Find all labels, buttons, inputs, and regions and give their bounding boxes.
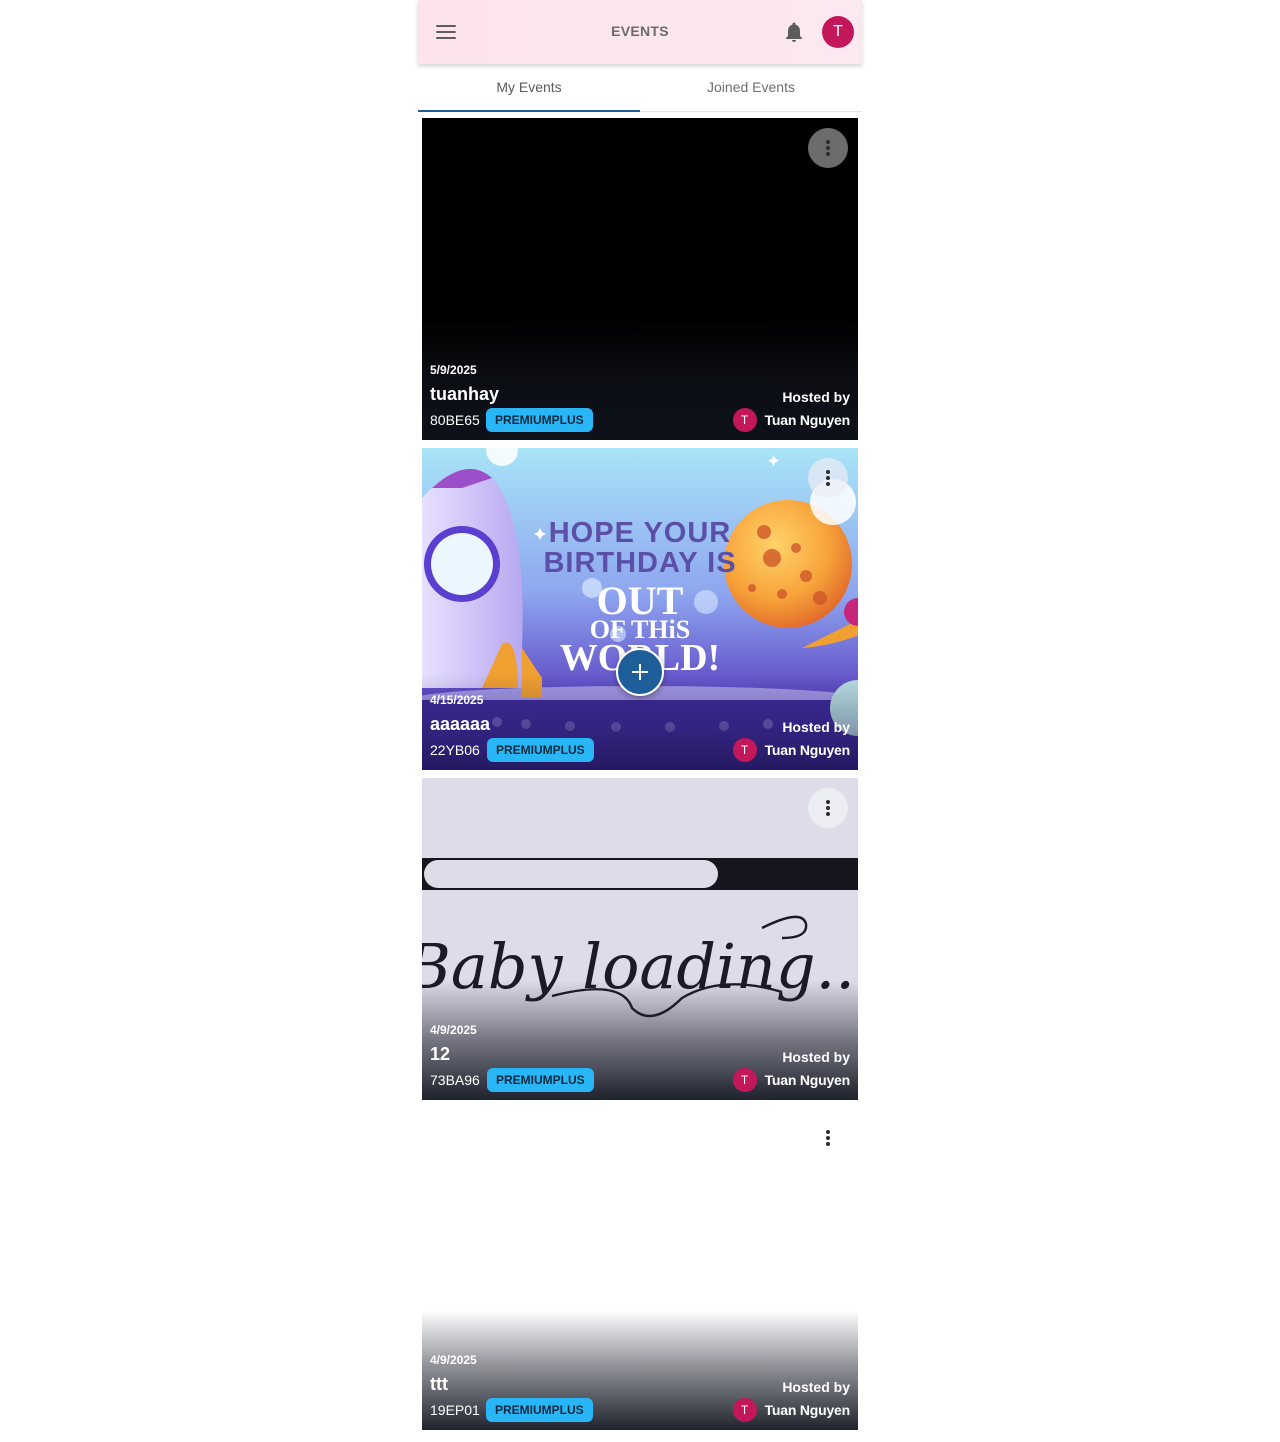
event-date: 4/9/2025	[430, 1023, 477, 1037]
event-date: 5/9/2025	[430, 363, 477, 377]
more-options-icon[interactable]	[808, 1118, 848, 1158]
host-avatar: T	[732, 1398, 757, 1422]
user-avatar[interactable]: T	[822, 16, 854, 48]
events-app: EVENTS T My Events Joined Events 5/9/202…	[418, 0, 862, 1442]
more-options-icon[interactable]	[808, 128, 848, 168]
tab-my-events[interactable]: My Events	[418, 64, 640, 112]
active-tab-indicator	[418, 110, 640, 112]
event-code: 19EP01	[430, 1402, 480, 1418]
host-info: T Tuan Nguyen	[732, 408, 851, 432]
host-avatar: T	[732, 408, 757, 432]
app-bar: EVENTS T	[418, 0, 862, 64]
cover-text-line: BIRTHDAY IS	[543, 547, 736, 579]
add-event-button[interactable]	[616, 648, 664, 696]
host-name: Tuan Nguyen	[764, 1072, 851, 1088]
notification-bell-icon[interactable]	[782, 20, 806, 44]
hosted-by-label: Hosted by	[782, 719, 850, 735]
host-name: Tuan Nguyen	[764, 1402, 851, 1418]
event-code: 73BA96	[430, 1072, 480, 1088]
host-avatar: T	[732, 1068, 757, 1092]
event-card[interactable]: Baby loading... 4/9/2025 12 73BA96 PREMI…	[422, 778, 858, 1100]
more-options-icon[interactable]	[808, 788, 848, 828]
event-title: ttt	[430, 1374, 448, 1394]
plan-badge: PREMIUMPLUS	[487, 738, 594, 762]
event-card[interactable]: 4/9/2025 ttt 19EP01 PREMIUMPLUS Hosted b…	[422, 1108, 858, 1430]
host-name: Tuan Nguyen	[764, 742, 851, 758]
plan-badge: PREMIUMPLUS	[486, 1398, 593, 1422]
event-title: 12	[430, 1044, 451, 1064]
plan-badge: PREMIUMPLUS	[486, 408, 593, 432]
cover-text-line: HOPE YOUR	[549, 517, 732, 549]
event-title: aaaaaa	[430, 714, 491, 734]
event-date: 4/15/2025	[430, 693, 484, 707]
host-name: Tuan Nguyen	[764, 412, 851, 428]
event-card[interactable]: 5/9/2025 tuanhay 80BE65 PREMIUMPLUS Host…	[422, 118, 858, 440]
more-options-icon[interactable]	[808, 458, 848, 498]
event-title: tuanhay	[430, 384, 500, 404]
host-info: T Tuan Nguyen	[732, 1068, 851, 1092]
plan-badge: PREMIUMPLUS	[487, 1068, 594, 1092]
host-info: T Tuan Nguyen	[732, 1398, 851, 1422]
event-date: 4/9/2025	[430, 1353, 477, 1367]
event-code: 22YB06	[430, 742, 480, 758]
hosted-by-label: Hosted by	[782, 1379, 850, 1395]
event-card[interactable]: HOPE YOUR BIRTHDAY IS OUT OF THiS WORLD!…	[422, 448, 858, 770]
tab-joined-events[interactable]: Joined Events	[640, 64, 862, 112]
event-code: 80BE65	[430, 412, 480, 428]
hosted-by-label: Hosted by	[782, 389, 850, 405]
host-info: T Tuan Nguyen	[732, 738, 851, 762]
host-avatar: T	[732, 738, 757, 762]
hosted-by-label: Hosted by	[782, 1049, 850, 1065]
event-tabs: My Events Joined Events	[418, 64, 862, 112]
